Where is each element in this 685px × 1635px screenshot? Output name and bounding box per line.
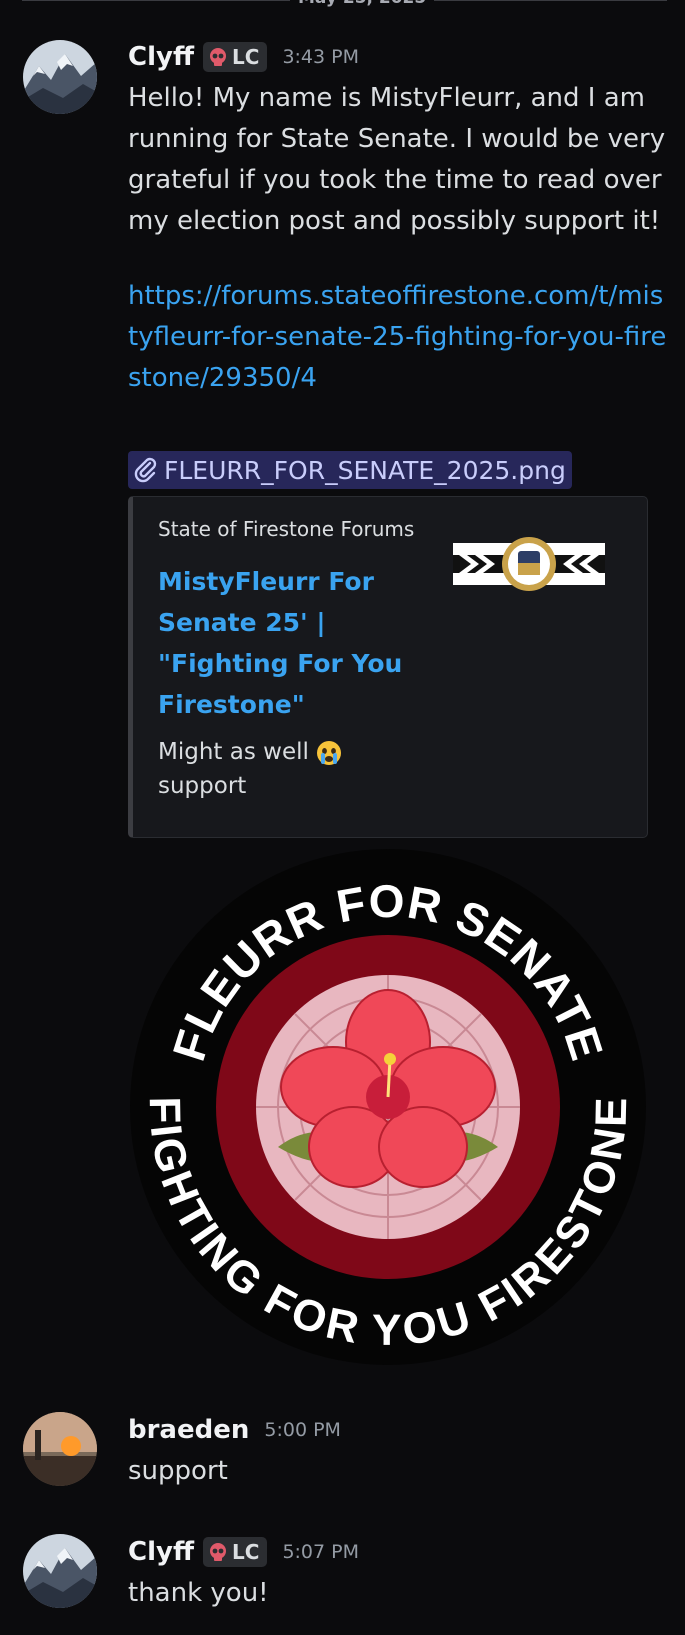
forum-link[interactable]: https://forums.stateoffirestone.com/t/mi… [128,281,666,393]
username[interactable]: Clyff [128,42,194,72]
attachment-link[interactable]: FLEURR_FOR_SENATE_2025.png [128,451,572,489]
avatar[interactable] [23,1412,97,1486]
date-divider: May 25, 2025 [22,0,667,14]
paperclip-icon [134,457,157,483]
message-header: Clyff LC 3:43 PM [128,40,359,74]
crying-face-emoji-icon [317,740,342,765]
skull-icon [210,48,227,66]
attachment-filename: FLEURR_FOR_SENATE_2025.png [164,455,566,485]
timestamp: 3:43 PM [282,46,359,68]
message-text: thank you! [128,1573,668,1614]
guild-tag[interactable]: LC [203,42,268,72]
embed-description-end: support [158,773,247,799]
message-link-block: https://forums.stateoffirestone.com/t/mi… [128,276,668,399]
guild-tag-label: LC [232,1540,260,1564]
link-embed: State of Firestone Forums MistyFleurr Fo… [128,496,648,838]
embed-description-text: Might as well [158,739,309,765]
campaign-logo-image[interactable]: FLEURR FOR SENATE FIGHTING FOR YOU FIRES… [128,847,648,1367]
message-text: support [128,1451,668,1492]
message-content: thank you! [128,1578,269,1608]
embed-title[interactable]: MistyFleurr For Senate 25' | "Fighting F… [158,561,428,725]
timestamp: 5:00 PM [264,1419,341,1441]
message-content: Hello! My name is MistyFleurr, and I am … [128,83,666,236]
mountain-avatar-icon [23,1534,97,1608]
guild-tag-label: LC [232,45,260,69]
embed-description: Might as well support [158,735,378,803]
timestamp: 5:07 PM [282,1541,359,1563]
avatar[interactable] [23,40,97,114]
hibiscus-logo-icon: FLEURR FOR SENATE FIGHTING FOR YOU FIRES… [130,849,646,1365]
guild-tag[interactable]: LC [203,1537,268,1567]
firestone-seal-thumbnail[interactable] [453,535,605,593]
date-label: May 25, 2025 [290,0,435,8]
message-header: Clyff LC 5:07 PM [128,1535,359,1569]
username[interactable]: Clyff [128,1537,194,1567]
avatar[interactable] [23,1534,97,1608]
mountain-avatar-icon [23,40,97,114]
username[interactable]: braeden [128,1415,249,1445]
sunset-avatar-icon [23,1412,97,1486]
embed-provider[interactable]: State of Firestone Forums [158,517,414,541]
skull-icon [210,1543,227,1561]
message-content: support [128,1456,228,1486]
message-text: Hello! My name is MistyFleurr, and I am … [128,78,668,242]
message-header: braeden 5:00 PM [128,1413,341,1447]
